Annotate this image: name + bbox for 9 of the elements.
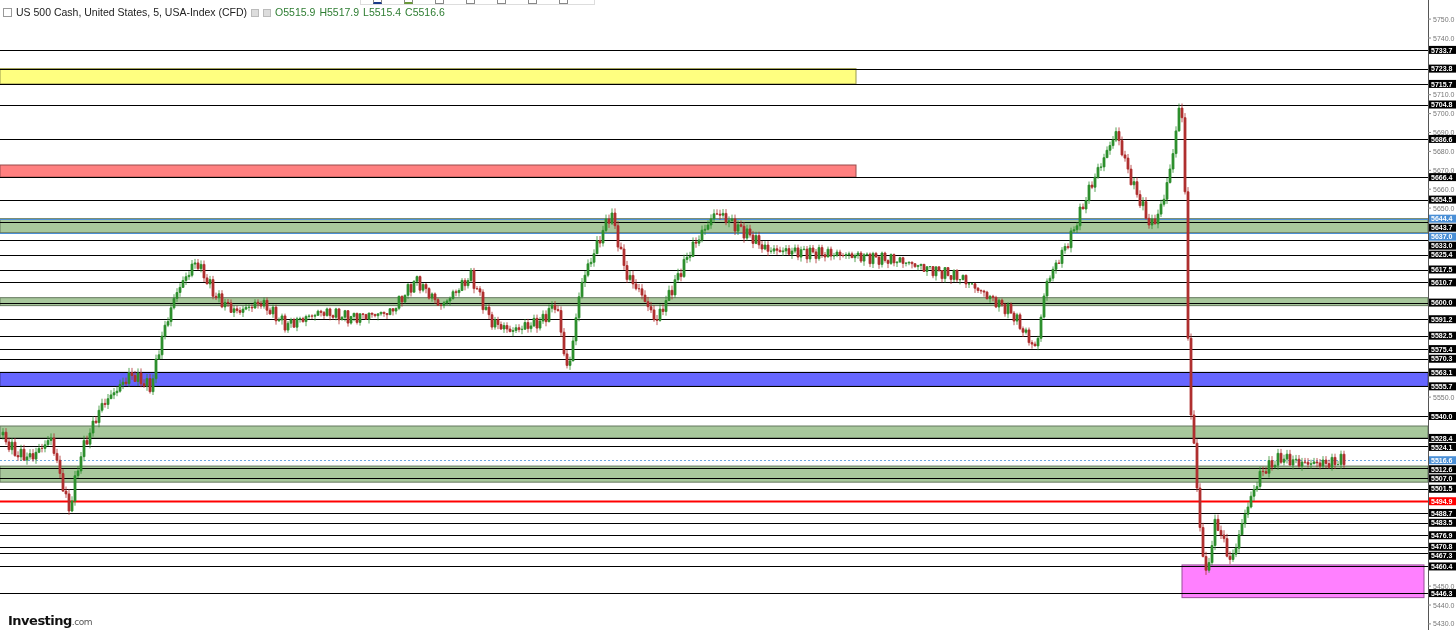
logo: Investing.com [8,612,92,630]
close-value: C5516.6 [405,6,445,19]
chart-title: US 500 Cash, United States, 5, USA-Index (CFD) [16,6,248,19]
settings-icon[interactable] [251,8,260,17]
low-value: L5515.4 [363,6,402,19]
high-value: H5517.9 [319,6,360,19]
close-icon[interactable] [263,8,272,17]
collapse-icon[interactable] [3,8,12,17]
open-value: O5515.9 [275,6,316,19]
